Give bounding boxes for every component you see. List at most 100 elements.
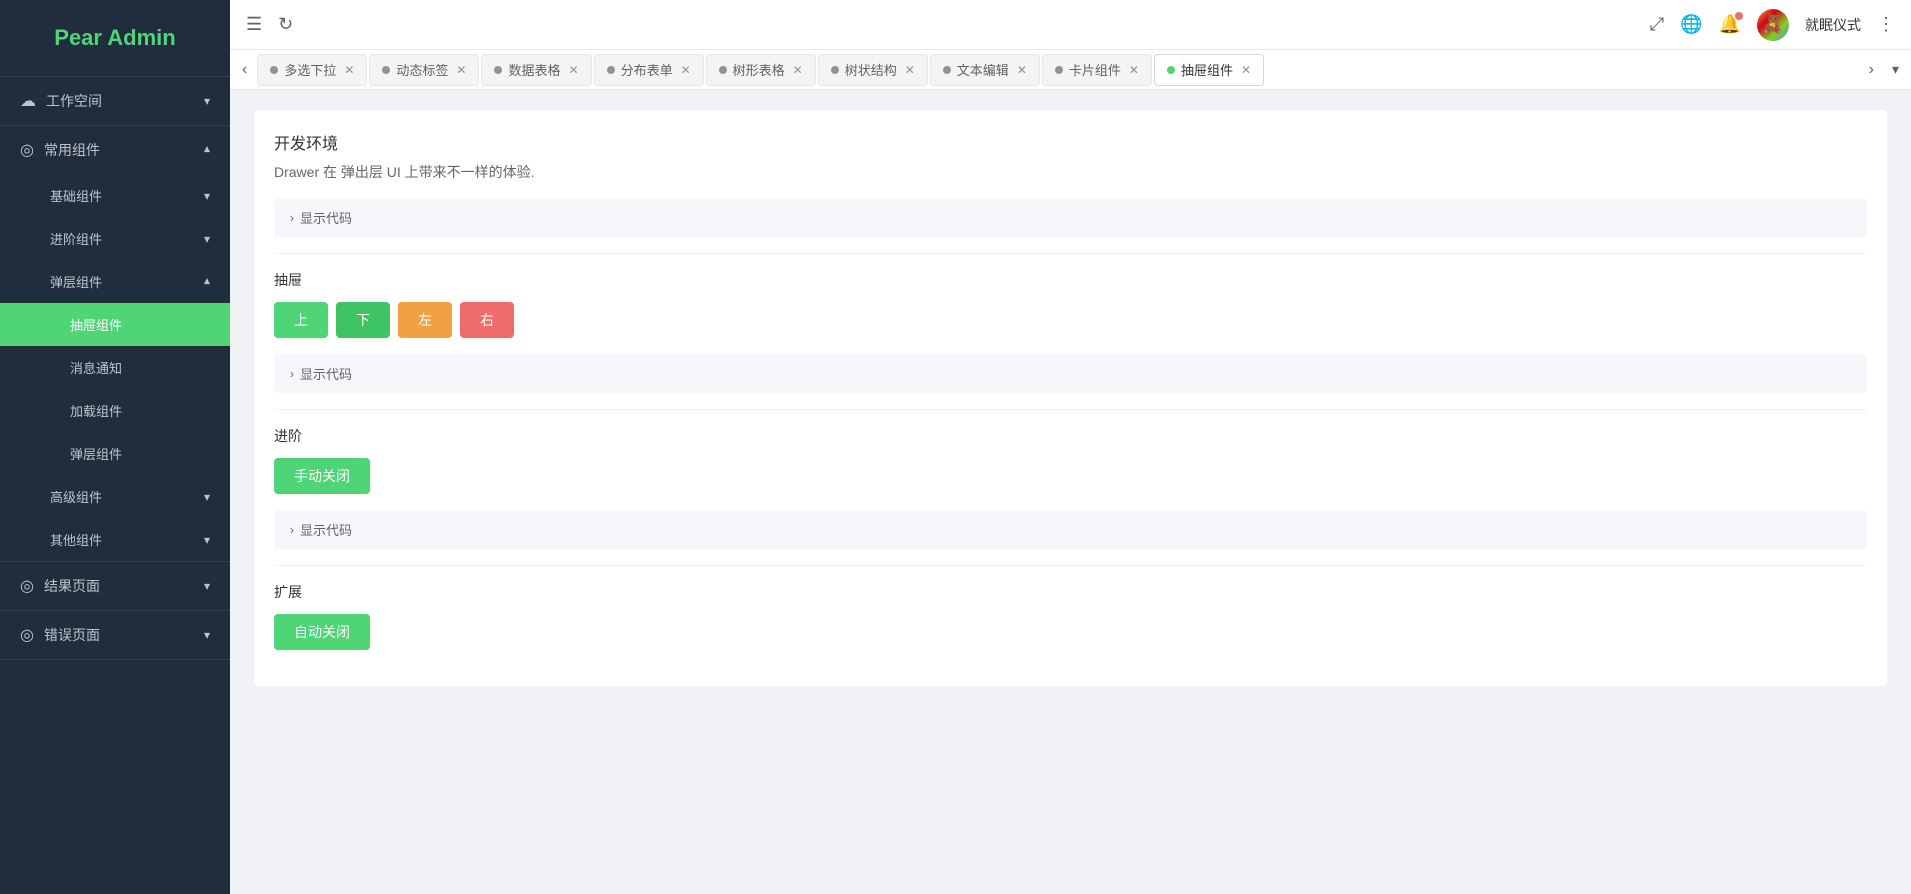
sidebar-section-workspace: ☁ 工作空间 ▾ <box>0 77 230 126</box>
btn-down[interactable]: 下 <box>336 302 390 338</box>
sidebar-item-workspace[interactable]: ☁ 工作空间 ▾ <box>0 77 230 125</box>
sidebar-item-modal-child-label: 弹层组件 <box>70 447 122 462</box>
advanced-section: 进阶 手动关闭 <box>274 426 1867 494</box>
tab-close-6[interactable]: ✕ <box>1017 63 1027 77</box>
extend-section: 扩展 自动关闭 <box>274 582 1867 650</box>
topbar-right: ⤢ 🌐 🔔 🧸 就眠仪式 ⋮ <box>1650 9 1895 41</box>
chevron-down-icon: ▾ <box>204 189 210 203</box>
chevron-down-icon: ▾ <box>204 490 210 504</box>
tab-3[interactable]: 分布表单 ✕ <box>594 54 704 86</box>
sidebar-item-advanced-label: 进阶组件 <box>50 229 102 248</box>
tab-2[interactable]: 数据表格 ✕ <box>481 54 591 86</box>
tabbar: ‹ 多选下拉 ✕ 动态标签 ✕ 数据表格 ✕ 分布表单 ✕ <box>230 50 1911 90</box>
topbar-left: ☰ ↻ <box>246 14 293 35</box>
tab-label-3: 分布表单 <box>621 60 673 79</box>
common-icon: ◎ <box>20 140 34 160</box>
tab-dot-5 <box>831 66 839 74</box>
tab-label-1: 动态标签 <box>396 60 448 79</box>
sidebar-item-hightier[interactable]: 高级组件 ▾ <box>0 475 230 518</box>
globe-icon[interactable]: 🌐 <box>1680 14 1702 35</box>
basic-buttons: 上 下 左 右 <box>274 302 1867 338</box>
chevron-down-icon: ▾ <box>204 232 210 246</box>
tab-prev-btn[interactable]: ‹ <box>234 50 255 89</box>
show-code-label-1: 显示代码 <box>300 208 352 227</box>
main-area: ☰ ↻ ⤢ 🌐 🔔 🧸 就眠仪式 ⋮ ‹ 多选下拉 ✕ <box>230 0 1911 894</box>
content-inner: 开发环境 Drawer 在 弹出层 UI 上带来不一样的体验. › 显示代码 抽… <box>254 110 1887 686</box>
show-code-label-2: 显示代码 <box>300 364 352 383</box>
tab-close-8[interactable]: ✕ <box>1241 63 1251 77</box>
show-code-bar-2[interactable]: › 显示代码 <box>274 354 1867 393</box>
tab-close-4[interactable]: ✕ <box>793 63 803 77</box>
sidebar-item-loading[interactable]: 加载组件 <box>0 389 230 432</box>
refresh-icon[interactable]: ↻ <box>278 14 293 35</box>
tab-close-2[interactable]: ✕ <box>569 63 579 77</box>
btn-right[interactable]: 右 <box>460 302 514 338</box>
chevron-down-icon: ▾ <box>204 579 210 593</box>
more-icon[interactable]: ⋮ <box>1877 14 1895 35</box>
sidebar-item-common[interactable]: ◎ 常用组件 ▾ <box>0 126 230 174</box>
avatar[interactable]: 🧸 <box>1757 9 1789 41</box>
sidebar-item-error[interactable]: ◎ 错误页面 ▾ <box>0 611 230 659</box>
chevron-up-icon: ▾ <box>204 143 210 157</box>
sidebar-item-modal-parent[interactable]: 弹层组件 ▾ <box>0 260 230 303</box>
tab-label-2: 数据表格 <box>508 60 560 79</box>
tab-dot-8 <box>1167 66 1175 74</box>
notification-badge <box>1735 12 1743 20</box>
tab-label-5: 树状结构 <box>845 60 897 79</box>
tab-1[interactable]: 动态标签 ✕ <box>369 54 479 86</box>
sidebar-item-error-label: 错误页面 <box>44 625 100 645</box>
tab-label-0: 多选下拉 <box>284 60 336 79</box>
menu-toggle-icon[interactable]: ☰ <box>246 14 262 35</box>
basic-section: 抽屉 上 下 左 右 <box>274 270 1867 338</box>
tab-5[interactable]: 树状结构 ✕ <box>818 54 928 86</box>
sidebar-item-basic[interactable]: 基础组件 ▾ <box>0 174 230 217</box>
tab-close-0[interactable]: ✕ <box>344 63 354 77</box>
tab-8[interactable]: 抽屉组件 ✕ <box>1154 54 1264 86</box>
sidebar-item-workspace-label: 工作空间 <box>46 91 102 111</box>
tab-more-btn[interactable]: ▾ <box>1884 50 1907 89</box>
btn-up[interactable]: 上 <box>274 302 328 338</box>
sidebar-item-notification[interactable]: 消息通知 <box>0 346 230 389</box>
tab-dot-4 <box>719 66 727 74</box>
advanced-buttons: 手动关闭 <box>274 458 1867 494</box>
chevron-down-icon: ▾ <box>204 94 210 108</box>
workspace-icon: ☁ <box>20 91 36 111</box>
tab-dot-2 <box>494 66 502 74</box>
extend-buttons: 自动关闭 <box>274 614 1867 650</box>
chevron-right-icon-3: › <box>290 523 294 537</box>
tab-close-7[interactable]: ✕ <box>1129 63 1139 77</box>
show-code-bar-1[interactable]: › 显示代码 <box>274 198 1867 237</box>
bell-icon[interactable]: 🔔 <box>1719 14 1741 35</box>
sidebar-item-hightier-label: 高级组件 <box>50 487 102 506</box>
error-icon: ◎ <box>20 625 34 645</box>
tabs-container: 多选下拉 ✕ 动态标签 ✕ 数据表格 ✕ 分布表单 ✕ 树形表格 ✕ <box>257 54 1858 86</box>
result-icon: ◎ <box>20 576 34 596</box>
tab-close-1[interactable]: ✕ <box>456 63 466 77</box>
btn-manual-close[interactable]: 手动关闭 <box>274 458 370 494</box>
tab-dot-7 <box>1055 66 1063 74</box>
tab-close-5[interactable]: ✕ <box>905 63 915 77</box>
divider-3 <box>274 565 1867 566</box>
content-area: 开发环境 Drawer 在 弹出层 UI 上带来不一样的体验. › 显示代码 抽… <box>230 90 1911 894</box>
chevron-down-icon: ▾ <box>204 533 210 547</box>
fullscreen-icon[interactable]: ⤢ <box>1650 14 1664 35</box>
btn-left[interactable]: 左 <box>398 302 452 338</box>
sidebar-item-other[interactable]: 其他组件 ▾ <box>0 518 230 561</box>
tab-close-3[interactable]: ✕ <box>681 63 691 77</box>
sidebar-item-result[interactable]: ◎ 结果页面 ▾ <box>0 562 230 610</box>
tab-0[interactable]: 多选下拉 ✕ <box>257 54 367 86</box>
sidebar-item-drawer[interactable]: 抽屉组件 <box>0 303 230 346</box>
tab-7[interactable]: 卡片组件 ✕ <box>1042 54 1152 86</box>
sidebar-item-advanced[interactable]: 进阶组件 ▾ <box>0 217 230 260</box>
btn-auto-close[interactable]: 自动关闭 <box>274 614 370 650</box>
chevron-up-icon: ▾ <box>204 275 210 289</box>
tab-next-btn[interactable]: › <box>1861 50 1882 89</box>
tab-dot-0 <box>270 66 278 74</box>
tab-4[interactable]: 树形表格 ✕ <box>706 54 816 86</box>
sidebar-item-loading-label: 加载组件 <box>70 404 122 419</box>
show-code-bar-3[interactable]: › 显示代码 <box>274 510 1867 549</box>
user-name: 就眠仪式 <box>1805 15 1861 35</box>
tab-6[interactable]: 文本编辑 ✕ <box>930 54 1040 86</box>
sidebar-item-modal-child[interactable]: 弹层组件 <box>0 432 230 475</box>
tab-label-7: 卡片组件 <box>1069 60 1121 79</box>
